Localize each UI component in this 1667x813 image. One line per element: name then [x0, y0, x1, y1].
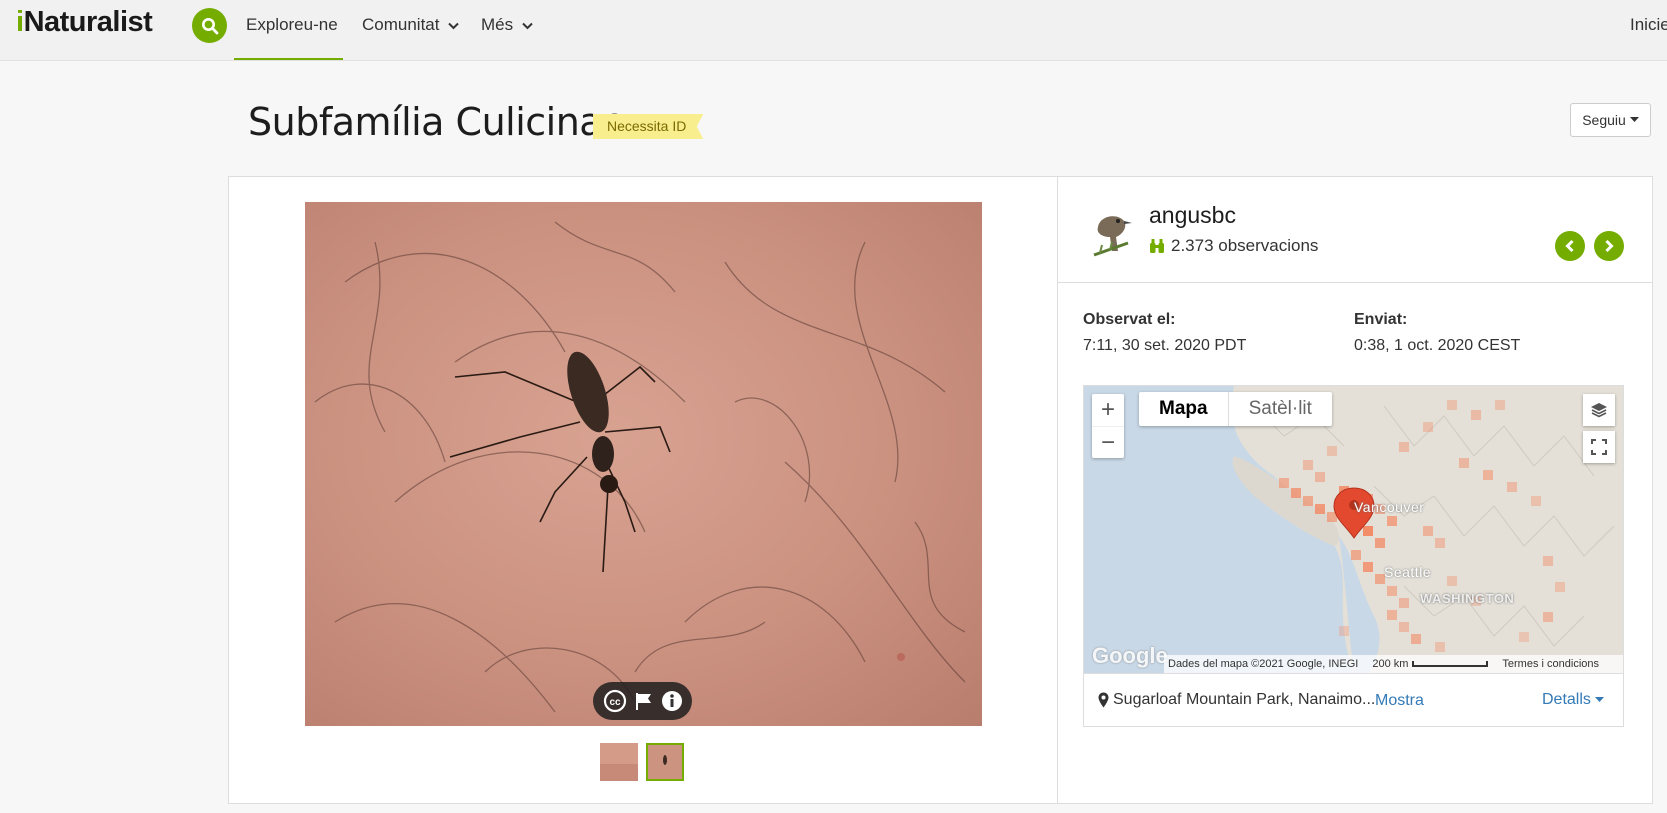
photo-thumbnail[interactable] — [600, 743, 638, 781]
map-label-vancouver: Vancouver — [1354, 499, 1425, 515]
binoculars-icon — [1150, 239, 1164, 253]
observed-date-label: Observat el: — [1083, 311, 1176, 328]
layers-icon — [1591, 403, 1607, 418]
observation-photo[interactable] — [305, 202, 982, 726]
observation-map[interactable]: Vancouver Seattle WASHINGTON + − Mapa Sa… — [1083, 385, 1624, 674]
google-logo: Google — [1092, 643, 1168, 668]
location-pin-icon — [1098, 692, 1109, 708]
map-fullscreen-button[interactable] — [1583, 431, 1615, 463]
nav-home[interactable]: Inicie — [1630, 0, 1667, 50]
follow-button[interactable]: Seguiu — [1570, 103, 1651, 137]
chevron-left-icon — [1565, 239, 1574, 253]
nav-more-label: Més — [481, 15, 514, 34]
map-type-satellite-button[interactable]: Satèl·lit — [1227, 392, 1332, 426]
zoom-out-button[interactable]: − — [1092, 426, 1124, 459]
observer-observation-count[interactable]: 2.373 observacions — [1149, 236, 1318, 256]
svg-text:cc: cc — [609, 697, 621, 708]
observer-name[interactable]: angusbc — [1149, 202, 1236, 229]
place-more-link[interactable]: Mostra — [1375, 692, 1424, 710]
page-title: Subfamília Culicinae — [248, 100, 625, 144]
observation-count-label: 2.373 observacions — [1171, 236, 1319, 255]
logo-rest: Naturalist — [23, 6, 153, 38]
caret-down-icon — [1629, 117, 1639, 122]
place-row: Sugarloaf Mountain Park, Nanaimo... Most… — [1083, 674, 1624, 727]
search-button[interactable] — [192, 8, 227, 43]
nav-home-label: Inicie — [1630, 15, 1667, 34]
map-zoom-controls: + − — [1092, 394, 1124, 458]
map-scale: 200 km — [1372, 658, 1489, 670]
chevron-right-icon — [1605, 239, 1614, 253]
previous-observation-button[interactable] — [1555, 231, 1585, 261]
map-scale-bar — [1412, 661, 1489, 667]
place-name: Sugarloaf Mountain Park, Nanaimo... — [1113, 691, 1376, 708]
nav-explore[interactable]: Exploreu-ne — [234, 0, 343, 60]
submitted-date-value: 0:38, 1 oct. 2020 CEST — [1354, 337, 1521, 354]
map-type-control: Mapa Satèl·lit — [1139, 392, 1332, 426]
map-type-map-button[interactable]: Mapa — [1139, 392, 1228, 426]
inaturalist-logo[interactable]: iNaturalist — [16, 6, 153, 39]
place-details-label: Detalls — [1542, 691, 1591, 708]
search-icon — [201, 17, 218, 34]
map-scale-label: 200 km — [1372, 658, 1409, 670]
observer-divider — [1058, 282, 1652, 283]
nav-more[interactable]: Més — [481, 0, 533, 60]
chevron-down-icon — [522, 22, 533, 29]
map-label-seattle: Seattle — [1384, 564, 1432, 580]
card-divider — [1057, 176, 1058, 804]
zoom-in-button[interactable]: + — [1092, 394, 1124, 426]
follow-button-label: Seguiu — [1582, 112, 1626, 128]
nav-community[interactable]: Comunitat — [362, 0, 459, 60]
place-details-button[interactable]: Detalls — [1542, 691, 1604, 709]
observed-date-value: 7:11, 30 set. 2020 PDT — [1083, 337, 1247, 354]
map-layers-button[interactable] — [1583, 394, 1615, 426]
map-terrain — [1084, 386, 1623, 673]
submitted-date-label: Enviat: — [1354, 311, 1408, 328]
nav-community-label: Comunitat — [362, 15, 440, 34]
avatar[interactable] — [1088, 207, 1134, 259]
info-icon[interactable] — [661, 690, 683, 712]
thumbnail-content — [663, 755, 667, 765]
map-attribution-bar: Dades del mapa ©2021 Google, INEGI 200 k… — [1164, 655, 1623, 673]
creative-commons-icon[interactable]: cc — [603, 689, 627, 713]
map-attribution: Dades del mapa ©2021 Google, INEGI — [1168, 658, 1359, 670]
photo-thumbnail-selected[interactable] — [646, 743, 684, 781]
map-terms-link[interactable]: Termes i condicions — [1502, 658, 1599, 670]
fullscreen-icon — [1591, 439, 1607, 455]
logo-i: i — [16, 6, 24, 38]
next-observation-button[interactable] — [1594, 231, 1624, 261]
top-navigation: iNaturalist Exploreu-ne Comunitat Més In… — [0, 0, 1667, 61]
photo-controls: cc — [593, 682, 692, 720]
quality-grade-badge: Necessita ID — [593, 114, 704, 139]
photo-content — [314, 221, 966, 713]
bird-avatar-image — [1093, 216, 1132, 257]
caret-down-icon — [1594, 697, 1604, 702]
chevron-down-icon — [448, 22, 459, 29]
flag-icon[interactable] — [634, 691, 654, 711]
map-label-washington: WASHINGTON — [1420, 591, 1515, 606]
nav-explore-label: Exploreu-ne — [246, 15, 338, 34]
